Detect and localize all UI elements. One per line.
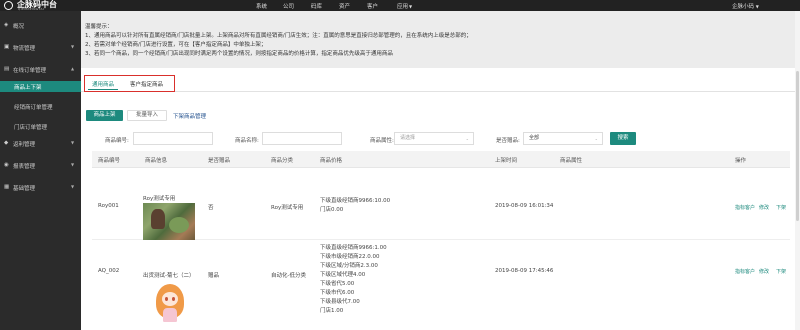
rebate-icon: ◆	[4, 140, 9, 146]
top-navbar: 企脉码中台 QIEMAPINGTAI 系统 公司 码库 资产 客户 应用▼ 企脉…	[0, 0, 800, 11]
column-header: 商品属性	[560, 158, 583, 164]
logo-icon	[4, 1, 13, 10]
tabs-divider	[81, 91, 795, 92]
column-header: 商品编号	[98, 158, 121, 164]
product-category: 自动化-低分类	[271, 273, 306, 279]
product-code: AQ_002	[98, 268, 120, 274]
price-list: 下级直级经销商9966:1.00 下级市级经销商22.0.00 下级区域/分销商…	[320, 245, 387, 314]
gift-flag: 赠品	[208, 273, 220, 279]
column-header: 商品价格	[320, 158, 343, 164]
sidebar-item-rebates[interactable]: ◆ 返利管理 ▼	[0, 140, 81, 150]
attr-select[interactable]: 请选择 ⌄	[394, 132, 474, 145]
brand-logo[interactable]: 企脉码中台 QIEMAPINGTAI	[4, 0, 79, 11]
batch-import-button[interactable]: 批量导入	[127, 110, 167, 121]
nav-item-apps[interactable]: 应用▼	[397, 2, 412, 10]
gift-select[interactable]: 全部 ⌄	[523, 132, 603, 145]
tab-bar: 通用商品 客户指定商品	[84, 75, 175, 92]
column-header: 商品信息	[145, 158, 168, 164]
scrollbar-thumb[interactable]	[796, 71, 799, 221]
list-product-button[interactable]: 商品上架	[86, 110, 123, 121]
chevron-down-icon: ⌄	[594, 136, 598, 141]
active-tab-indicator	[88, 89, 118, 90]
list-time: 2019-08-09 17:45:46	[495, 268, 554, 274]
code-input[interactable]	[133, 132, 213, 145]
sidebar: ◈ 概况 ▣ 物流管理 ▼ ▤ 在线订单管理 ▲ 商品上下架 经销商订单管理 门…	[0, 11, 81, 330]
nav-item-company[interactable]: 公司	[283, 2, 294, 10]
nav-item-customers[interactable]: 客户	[367, 2, 378, 10]
chevron-down-icon: ⌄	[465, 136, 469, 141]
sidebar-item-logistics[interactable]: ▣ 物流管理 ▼	[0, 44, 81, 54]
sidebar-subitem-dealer-orders[interactable]: 经销商订单管理	[0, 101, 81, 112]
chevron-up-icon: ▲	[71, 66, 75, 71]
gift-label: 是否赠品:	[496, 138, 520, 144]
product-image	[143, 203, 195, 240]
chevron-down-icon: ▼	[71, 140, 75, 145]
chevron-down-icon: ▼	[755, 4, 759, 9]
sidebar-item-overview[interactable]: ◈ 概况	[0, 22, 81, 32]
column-header: 操作	[735, 158, 747, 164]
search-button[interactable]: 搜索	[610, 132, 636, 145]
name-label: 商品名称:	[235, 138, 259, 144]
product-name: 出货测试-菊七（二）	[143, 273, 195, 279]
name-input[interactable]	[262, 132, 342, 145]
sidebar-item-online-orders[interactable]: ▤ 在线订单管理 ▲	[0, 66, 81, 76]
gift-flag: 否	[208, 205, 214, 211]
product-name: Roy测试专用	[143, 196, 176, 202]
assign-customer-link[interactable]: 指标客户	[735, 204, 755, 211]
notice-line: 2、若需对单个经销商/门店进行设置，可在【客户指定商品】中单独上架；	[85, 42, 267, 48]
tab-general-products[interactable]: 通用商品	[92, 80, 114, 88]
chevron-down-icon: ▼	[71, 44, 75, 49]
list-time: 2019-08-09 16:01:34	[495, 203, 554, 209]
chevron-down-icon: ▼	[409, 4, 413, 9]
product-code: Roy001	[98, 203, 119, 209]
dashboard-icon: ◈	[4, 22, 9, 28]
price-list: 下级直级经销商9966:10.00 门店0.00	[320, 198, 391, 213]
chevron-down-icon: ▼	[71, 184, 75, 189]
delist-link[interactable]: 下架	[776, 204, 786, 211]
nav-item-system[interactable]: 系统	[256, 2, 267, 10]
edit-link[interactable]: 修改	[759, 268, 769, 275]
sidebar-subitem-product-shelf[interactable]: 商品上下架	[0, 81, 81, 92]
cart-icon: ▤	[4, 66, 10, 72]
edit-link[interactable]: 修改	[759, 204, 769, 211]
tab-customer-products[interactable]: 客户指定商品	[130, 80, 163, 88]
user-menu[interactable]: 企脉小码 ▼	[732, 2, 759, 10]
nav-item-assets[interactable]: 资产	[339, 2, 350, 10]
column-header: 商品分类	[271, 158, 294, 164]
table-row: AQ_002 出货测试-菊七（二） 赠品 自动化-低分类 下级直级经销商9966…	[92, 240, 790, 330]
settings-icon: ▦	[4, 184, 10, 190]
table-row: Roy001 Roy测试专用 否 Roy测试专用 下级直级经销商9966:10.…	[92, 169, 790, 240]
attr-label: 商品属性:	[370, 138, 394, 144]
code-label: 商品编号:	[105, 138, 129, 144]
truck-icon: ▣	[4, 44, 10, 50]
table-header: 商品编号 商品信息 是否赠品 商品分类 商品价格 上架时间 商品属性 操作	[92, 151, 790, 168]
column-header: 是否赠品	[208, 158, 231, 164]
column-header: 上架时间	[495, 158, 518, 164]
nav-item-codebase[interactable]: 码库	[311, 2, 322, 10]
scrollbar[interactable]	[795, 11, 800, 330]
notice-line: 1、通用商品可以针对所有直属经销商/门店批量上架。上架商品对所有直属经销商/门店…	[85, 33, 472, 39]
product-image	[148, 280, 192, 326]
notice-box: 温馨提示： 1、通用商品可以针对所有直属经销商/门店批量上架。上架商品对所有直属…	[81, 11, 795, 68]
sidebar-subitem-store-orders[interactable]: 门店订单管理	[0, 121, 81, 132]
delisted-products-link[interactable]: 下架商品管理	[173, 112, 206, 120]
delist-link[interactable]: 下架	[776, 268, 786, 275]
notice-title: 温馨提示：	[85, 24, 113, 30]
sidebar-item-reports[interactable]: ◉ 报表管理 ▼	[0, 162, 81, 172]
chevron-down-icon: ▼	[71, 162, 75, 167]
assign-customer-link[interactable]: 指标客户	[735, 268, 755, 275]
sidebar-item-base-settings[interactable]: ▦ 基础管理 ▼	[0, 184, 81, 194]
product-category: Roy测试专用	[271, 205, 304, 211]
report-icon: ◉	[4, 162, 9, 168]
notice-line: 3、若同一个商品，同一个经销商/门店出现同时满足两个设置的情况，则按指定商品的价…	[85, 51, 393, 57]
